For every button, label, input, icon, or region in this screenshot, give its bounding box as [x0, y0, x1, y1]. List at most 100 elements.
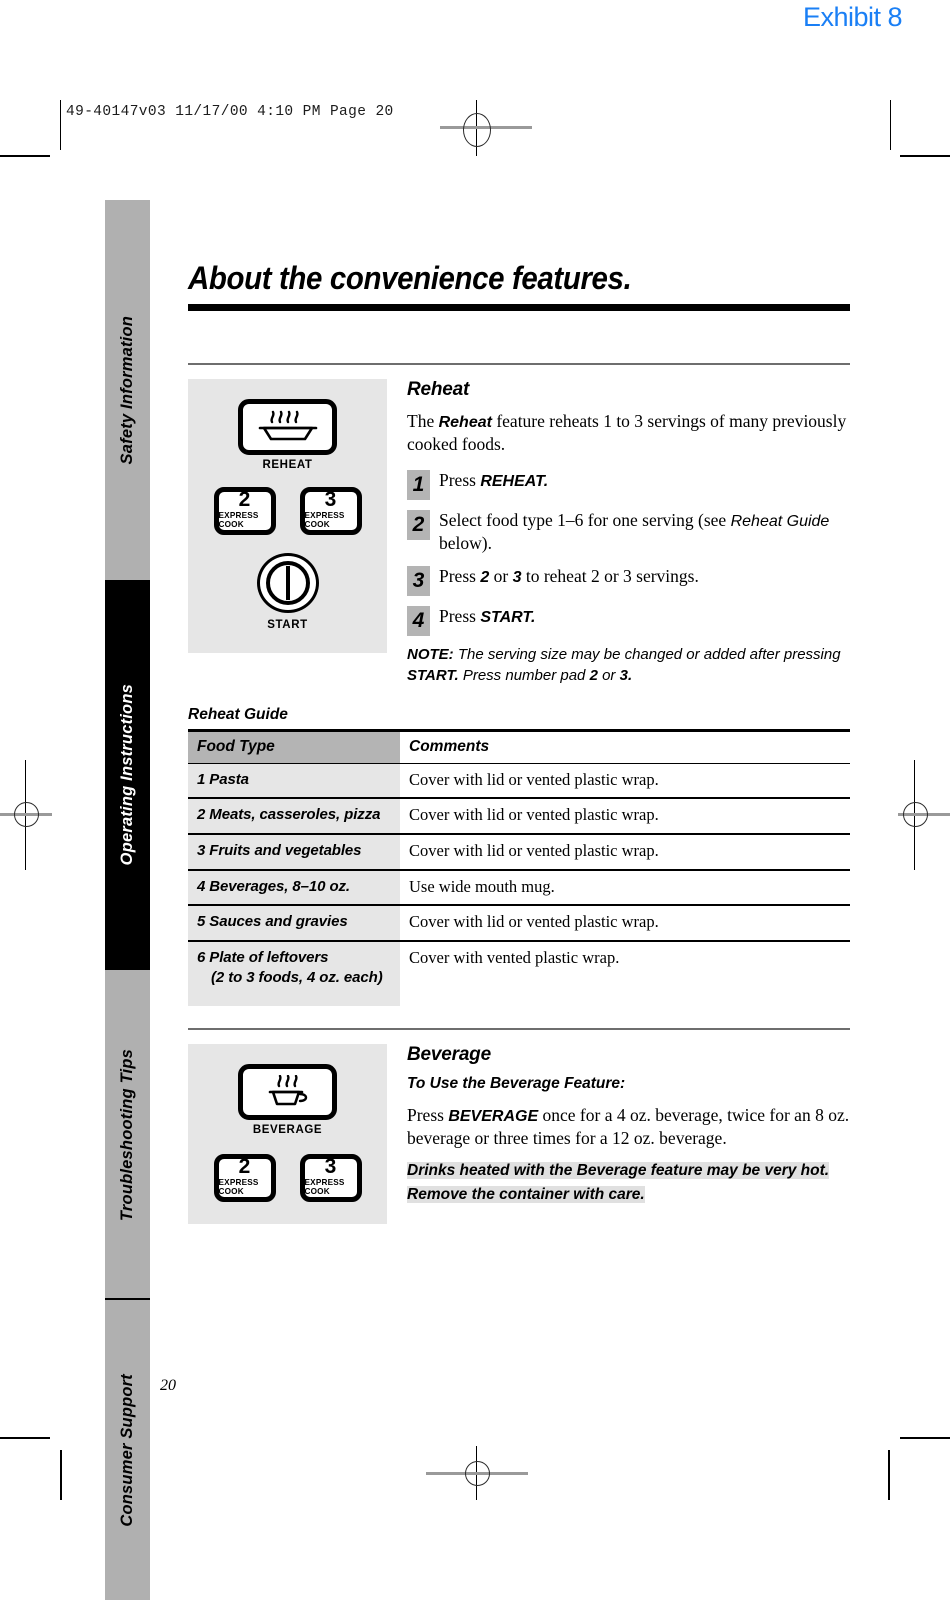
express-cook-digit: 3 — [324, 1155, 337, 1179]
sidebar-tab-rail: Safety Information Operating Instruction… — [105, 200, 150, 1600]
express-cook-sublabel: EXPRESS COOK — [218, 1178, 259, 1197]
express-cook-sublabel: EXPRESS COOK — [218, 511, 259, 530]
express-cook-digit: 2 — [238, 488, 251, 512]
page-title: About the convenience features. — [188, 260, 632, 296]
crop-mark-top-right-h — [900, 155, 950, 157]
exhibit-label: Exhibit 8 — [802, 2, 903, 32]
beverage-button[interactable] — [238, 1063, 337, 1120]
table-row: 4 Beverages, 8–10 oz. Use wide mouth mug… — [188, 869, 850, 907]
cell-food-type: 6 Plate of leftovers (2 to 3 foods, 4 oz… — [188, 940, 400, 1006]
step-text-a: Press — [439, 566, 481, 587]
slug-right-rule — [890, 100, 891, 150]
cell-comment: Cover with vented plastic wrap. — [409, 947, 620, 967]
column-header-food-type: Food Type — [188, 728, 400, 764]
step-item: 3 Press 2 or 3 to reheat 2 or 3 servings. — [407, 565, 850, 597]
reheat-control-panel-art: REHEAT 2 EXPRESS COOK 3 EXPRESS COOK STA… — [188, 378, 387, 653]
registration-mark-top — [440, 100, 560, 160]
reheat-button[interactable] — [238, 398, 337, 455]
table-row: 6 Plate of leftovers (2 to 3 foods, 4 oz… — [188, 940, 850, 1006]
table-row: 5 Sauces and gravies Cover with lid or v… — [188, 905, 850, 942]
section-divider-reheat — [188, 362, 850, 365]
section-divider-beverage — [188, 1027, 850, 1030]
express-cook-sublabel: EXPRESS COOK — [304, 511, 345, 530]
note-text-pad2: 2 — [589, 666, 598, 684]
beverage-button-label: BEVERAGE — [252, 1123, 323, 1136]
sidebar-item-operating-instructions[interactable]: Operating Instructions — [105, 580, 150, 970]
step-text-bold: 2 — [480, 569, 490, 587]
beverage-express-cook-buttons: 2 EXPRESS COOK 3 EXPRESS COOK — [188, 1153, 387, 1202]
beverage-body-a: Press — [407, 1104, 449, 1125]
step-number: 2 — [407, 510, 430, 541]
express-cook-2-button[interactable]: 2 EXPRESS COOK — [213, 486, 276, 535]
registration-mark-right — [890, 760, 950, 870]
cell-food-type: 3 Fruits and vegetables — [188, 834, 400, 871]
express-cook-sublabel: EXPRESS COOK — [304, 1178, 345, 1197]
start-button-label: START — [267, 618, 308, 631]
cell-comment: Cover with lid or vented plastic wrap. — [400, 905, 850, 942]
page-content: About the convenience features. REHEAT 2… — [188, 260, 850, 1229]
step-text-tail: to reheat 2 or 3 servings. — [521, 566, 699, 587]
note-label: NOTE: — [407, 646, 454, 664]
cell-food-type-line1: 6 Plate of leftovers — [197, 948, 329, 966]
crop-mark-bottom-left-v — [60, 1450, 62, 1500]
cell-food-type: 5 Sauces and gravies — [188, 905, 400, 942]
sidebar-item-safety-information[interactable]: Safety Information — [105, 200, 150, 580]
cell-food-type: 2 Meats, casseroles, pizza — [188, 798, 400, 836]
steaming-dish-icon — [258, 410, 317, 440]
sidebar-item-consumer-support[interactable]: Consumer Support — [105, 1300, 150, 1600]
step-number: 1 — [407, 470, 430, 501]
cell-food-type-line2: (2 to 3 foods, 4 oz. each) — [211, 968, 383, 986]
beverage-text-body: Beverage To Use the Beverage Feature: Pr… — [407, 1044, 850, 1208]
step-text-tail: below). — [439, 533, 492, 554]
express-cook-digit: 3 — [324, 488, 337, 512]
slug-left-rule — [60, 100, 61, 150]
table-row: 3 Fruits and vegetables Cover with lid o… — [188, 834, 850, 871]
note-text-a: The serving size may be changed or added… — [453, 646, 841, 664]
beverage-caution: Drinks heated with the Beverage feature … — [407, 1162, 830, 1204]
power-bar-icon — [285, 565, 290, 600]
step-text-bold: START. — [480, 609, 536, 627]
reheat-intro: The Reheat feature reheats 1 to 3 servin… — [407, 410, 850, 457]
express-cook-3-button[interactable]: 3 EXPRESS COOK — [299, 486, 362, 535]
reheat-text-body: Reheat The Reheat feature reheats 1 to 3… — [407, 379, 850, 686]
start-button[interactable] — [256, 552, 319, 613]
page-number: 20 — [160, 1377, 176, 1394]
sidebar-item-label: Operating Instructions — [118, 684, 136, 866]
cell-food-type: 4 Beverages, 8–10 oz. — [188, 869, 400, 907]
reheat-feature: REHEAT 2 EXPRESS COOK 3 EXPRESS COOK STA… — [188, 378, 850, 686]
reheat-note: NOTE: The serving size may be changed or… — [407, 645, 850, 686]
step-item: 4 Press START. — [407, 605, 850, 637]
column-header-comments: Comments — [400, 728, 850, 764]
reheat-express-cook-buttons: 2 EXPRESS COOK 3 EXPRESS COOK — [188, 486, 387, 535]
sidebar-item-troubleshooting-tips[interactable]: Troubleshooting Tips — [105, 970, 150, 1300]
note-text-e: or — [597, 666, 620, 684]
steaming-cup-icon — [268, 1074, 307, 1105]
express-cook-3-button[interactable]: 3 EXPRESS COOK — [299, 1153, 362, 1202]
beverage-control-panel-art: BEVERAGE 2 EXPRESS COOK 3 EXPRESS COOK — [188, 1043, 387, 1224]
cell-comment: Cover with lid or vented plastic wrap. — [400, 798, 850, 836]
reheat-intro-bold: Reheat — [438, 413, 492, 431]
reheat-intro-a: The — [407, 410, 439, 431]
cell-comment: Cover with lid or vented plastic wrap. — [400, 834, 850, 871]
title-underline — [188, 303, 850, 311]
reheat-guide-caption: Reheat Guide — [188, 705, 288, 723]
step-text-bold: REHEAT. — [480, 473, 549, 491]
cell-food-type: 1 Pasta — [188, 763, 400, 800]
step-text-italic: Reheat Guide — [730, 513, 830, 531]
table-header-row: Food Type Comments — [188, 728, 850, 764]
express-cook-2-button[interactable]: 2 EXPRESS COOK — [213, 1153, 276, 1202]
reheat-guide-section: Reheat Guide Food Type Comments 1 Pasta … — [188, 706, 850, 1006]
express-cook-digit: 2 — [238, 1155, 251, 1179]
step-item: 2 Select food type 1–6 for one serving (s… — [407, 509, 850, 555]
beverage-caution-wrap: Drinks heated with the Beverage feature … — [407, 1159, 850, 1207]
sidebar-item-label: Consumer Support — [118, 1373, 136, 1527]
step-text-a: Select food type 1–6 for one serving (se… — [439, 510, 731, 531]
crop-mark-top-left-h — [0, 155, 50, 157]
beverage-subheading: To Use the Beverage Feature: — [407, 1074, 626, 1092]
table-row: 2 Meats, casseroles, pizza Cover with li… — [188, 798, 850, 836]
reheat-steps: 1 Press REHEAT. 2 Select food type 1–6 for… — [407, 469, 850, 637]
start-icon-ring — [265, 560, 310, 605]
registration-mark-bottom — [420, 1440, 560, 1500]
beverage-body-bold: BEVERAGE — [448, 1107, 539, 1125]
cell-comment: Use wide mouth mug. — [400, 869, 850, 907]
